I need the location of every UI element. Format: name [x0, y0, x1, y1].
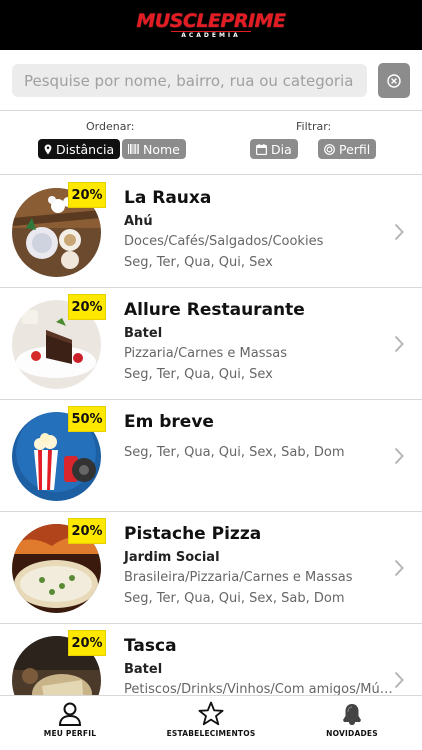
search-input[interactable]: [12, 64, 367, 97]
discount-badge: 20%: [68, 182, 106, 208]
establishment-neighborhood: Ahú: [124, 214, 153, 229]
discount-badge: 20%: [68, 630, 106, 656]
tab-label: ESTABELECIMENTOS: [166, 729, 256, 738]
establishment-row[interactable]: 50% Em breve Seg, Ter, Qua, Qui, Sex, Sa…: [0, 400, 422, 512]
app-header: MusclePrime ACADEMIA: [0, 0, 422, 50]
establishment-categories: Petiscos/Drinks/Vinhos/Com amigos/Música: [124, 682, 394, 695]
discount-badge: 50%: [68, 406, 106, 432]
establishment-row[interactable]: 20% La Rauxa Ahú Doces/Cafés/Salgados/Co…: [0, 176, 422, 288]
establishment-neighborhood: Jardim Social: [124, 550, 220, 565]
establishment-name: Allure Restaurante: [124, 300, 305, 320]
establishment-row[interactable]: 20% Pistache Pizza Jardim Social Brasile…: [0, 512, 422, 624]
establishment-name: Pistache Pizza: [124, 524, 262, 544]
map-pin-icon: [44, 144, 52, 154]
close-circle-icon: [387, 73, 401, 88]
sort-distance-button[interactable]: Distância: [38, 139, 121, 159]
star-icon: [198, 701, 224, 726]
establishment-categories: Brasileira/Pizzaria/Carnes e Massas: [124, 570, 353, 585]
chevron-right-icon: [394, 335, 404, 353]
calendar-icon: [256, 143, 267, 155]
chevron-right-icon: [394, 559, 404, 577]
filter-profile-button[interactable]: Perfil: [318, 139, 377, 159]
logo-subtext: ACADEMIA: [171, 30, 251, 40]
tab-novidades[interactable]: NOVIDADES: [282, 696, 422, 750]
filter-day-label: Dia: [271, 141, 292, 157]
bell-icon: [343, 704, 361, 725]
establishments-list: 20% La Rauxa Ahú Doces/Cafés/Salgados/Co…: [0, 176, 422, 695]
establishment-categories: Doces/Cafés/Salgados/Cookies: [124, 234, 324, 249]
user-icon: [58, 702, 82, 726]
sort-filter-bar: Ordenar: Filtrar: Distância Nome Dia Per…: [0, 111, 422, 175]
establishment-days: Seg, Ter, Qua, Qui, Sex, Sab, Dom: [124, 591, 345, 606]
filter-label: Filtrar:: [296, 120, 332, 133]
establishment-name: Em breve: [124, 412, 214, 432]
establishment-days: Seg, Ter, Qua, Qui, Sex, Sab, Dom: [124, 445, 345, 460]
discount-badge: 20%: [68, 294, 106, 320]
establishment-neighborhood: Batel: [124, 662, 163, 677]
establishment-days: Seg, Ter, Qua, Qui, Sex: [124, 255, 273, 270]
sort-name-label: Nome: [143, 141, 180, 157]
discount-badge: 20%: [68, 518, 106, 544]
target-icon: [324, 143, 335, 155]
muscleprime-logo: MusclePrime ACADEMIA: [136, 9, 286, 40]
clear-search-button[interactable]: [378, 63, 410, 98]
chevron-right-icon: [394, 447, 404, 465]
establishment-days: Seg, Ter, Qua, Qui, Sex: [124, 367, 273, 382]
bottom-tab-bar: MEU PERFIL ESTABELECIMENTOS NOVIDADES: [0, 695, 422, 750]
chevron-right-icon: [394, 671, 404, 689]
establishment-row[interactable]: 20% Tasca Batel Petiscos/Drinks/Vinhos/C…: [0, 624, 422, 695]
establishment-categories: Pizzaria/Carnes e Massas: [124, 346, 287, 361]
sort-distance-label: Distância: [56, 141, 115, 157]
sort-name-button[interactable]: Nome: [122, 139, 186, 159]
logo-text: MusclePrime: [136, 9, 286, 32]
establishment-neighborhood: Batel: [124, 326, 163, 341]
establishment-row[interactable]: 20% Allure Restaurante Batel Pizzaria/Ca…: [0, 288, 422, 400]
sort-label: Ordenar:: [86, 120, 135, 133]
establishment-name: Tasca: [124, 636, 177, 656]
tab-label: NOVIDADES: [326, 729, 378, 738]
search-bar: [0, 50, 422, 111]
tab-meu-perfil[interactable]: MEU PERFIL: [0, 696, 140, 750]
filter-profile-label: Perfil: [339, 141, 371, 157]
chevron-right-icon: [394, 223, 404, 241]
barcode-icon: [128, 144, 139, 154]
establishment-name: La Rauxa: [124, 188, 212, 208]
tab-label: MEU PERFIL: [43, 729, 97, 738]
filter-day-button[interactable]: Dia: [250, 139, 298, 159]
tab-estabelecimentos[interactable]: ESTABELECIMENTOS: [141, 696, 281, 750]
